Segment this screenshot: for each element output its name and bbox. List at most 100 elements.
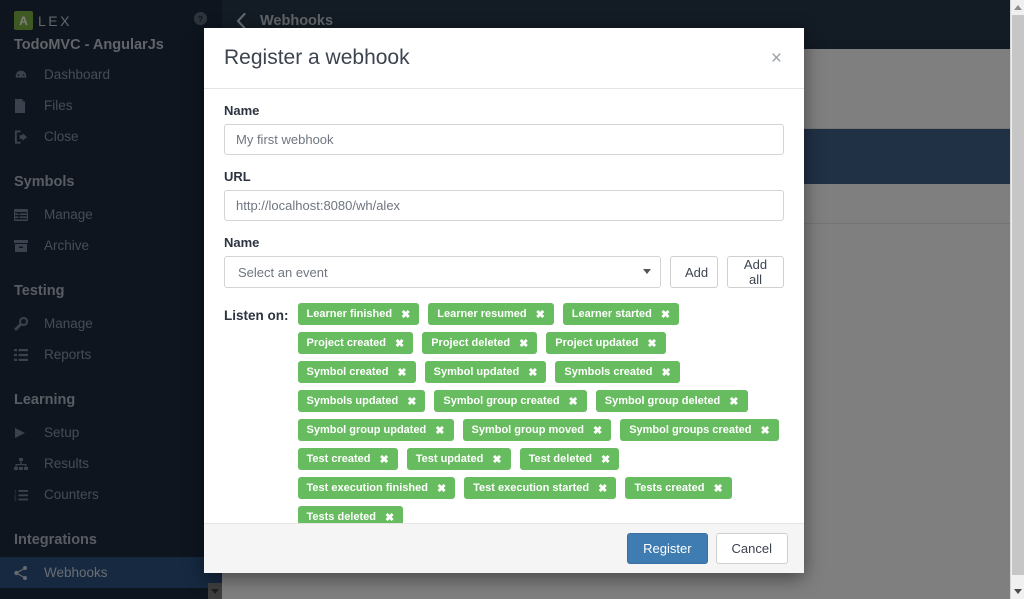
sidebar-section-learning: Learning [14, 392, 76, 408]
event-tag[interactable]: Symbols updated ✖ [297, 390, 426, 413]
remove-tag-icon[interactable]: ✖ [395, 337, 404, 350]
event-tag[interactable]: Test execution finished ✖ [297, 477, 456, 500]
sidebar-item-symbols-manage[interactable]: Manage [0, 199, 222, 230]
event-tag[interactable]: Project updated ✖ [546, 332, 666, 355]
remove-tag-icon[interactable]: ✖ [661, 366, 670, 379]
event-tag-label: Tests created [634, 482, 705, 495]
sidebar-item-label: Close [44, 129, 79, 144]
ordered-list-icon: 123 [14, 489, 44, 501]
event-tag[interactable]: Tests created ✖ [625, 477, 732, 500]
add-all-events-button[interactable]: Add all [727, 256, 784, 289]
remove-tag-icon[interactable]: ✖ [536, 308, 545, 321]
event-tag[interactable]: Symbol group deleted ✖ [595, 390, 748, 413]
sidebar-item-testing-reports[interactable]: Reports [0, 339, 222, 370]
sidebar-item-label: Manage [44, 207, 93, 222]
remove-tag-icon[interactable]: ✖ [729, 395, 738, 408]
scroll-up-button[interactable] [1011, 0, 1024, 15]
sidebar-item-symbols-archive[interactable]: Archive [0, 230, 222, 261]
file-icon [14, 98, 44, 113]
sidebar-item-learning-counters[interactable]: 123 Counters [0, 479, 222, 510]
url-input[interactable] [224, 190, 784, 222]
dialog-body: Name URL Name Select an event Add Add al… [204, 89, 804, 524]
chevron-left-icon [236, 12, 246, 29]
event-tag-label: Symbols created [564, 366, 653, 379]
play-icon [14, 427, 44, 439]
remove-tag-icon[interactable]: ✖ [519, 337, 528, 350]
event-tag[interactable]: Project created ✖ [297, 332, 414, 355]
event-tag[interactable]: Symbol updated ✖ [424, 361, 547, 384]
remove-tag-icon[interactable]: ✖ [528, 366, 537, 379]
remove-tag-icon[interactable]: ✖ [437, 482, 446, 495]
event-select-row: Select an event Add Add all [224, 256, 784, 289]
event-tag[interactable]: Test deleted ✖ [519, 448, 620, 471]
remove-tag-icon[interactable]: ✖ [713, 482, 722, 495]
remove-tag-icon[interactable]: ✖ [593, 424, 602, 437]
register-button[interactable]: Register [627, 533, 708, 565]
event-tag[interactable]: Learner started ✖ [562, 303, 680, 326]
sidebar-item-testing-manage[interactable]: Manage [0, 308, 222, 339]
sidebar-section-testing: Testing [14, 283, 65, 299]
sidebar-brand-bar: A LEX ? [0, 0, 222, 41]
event-tag[interactable]: Symbol group created ✖ [434, 390, 587, 413]
event-tag-label: Test execution finished [306, 482, 428, 495]
remove-tag-icon[interactable]: ✖ [407, 395, 416, 408]
event-tag[interactable]: Learner resumed ✖ [428, 303, 554, 326]
event-tag[interactable]: Test created ✖ [297, 448, 398, 471]
cancel-button[interactable]: Cancel [715, 533, 788, 565]
add-event-button[interactable]: Add [670, 256, 718, 289]
chevron-down-icon [211, 588, 219, 594]
sidebar-item-webhooks[interactable]: Webhooks [0, 557, 222, 588]
sidebar-item-close[interactable]: Close [0, 121, 222, 152]
sidebar-item-learning-setup[interactable]: Setup [0, 417, 222, 448]
event-tag[interactable]: Test updated ✖ [406, 448, 511, 471]
page-vertical-scrollbar[interactable] [1010, 0, 1024, 599]
remove-tag-icon[interactable]: ✖ [380, 453, 389, 466]
event-tag[interactable]: Symbol group updated ✖ [297, 419, 454, 442]
remove-tag-icon[interactable]: ✖ [760, 424, 769, 437]
sidebar-item-label: Results [44, 456, 90, 471]
app-logo-badge: A [14, 11, 33, 30]
scrollbar-thumb[interactable] [1012, 15, 1024, 575]
event-tag[interactable]: Learner finished ✖ [297, 303, 420, 326]
event-tag-label: Test execution started [473, 482, 590, 495]
sidebar-item-dashboard[interactable]: Dashboard [0, 59, 222, 90]
sidebar-scroll-down-button[interactable] [208, 583, 222, 599]
remove-tag-icon[interactable]: ✖ [661, 308, 670, 321]
name-input[interactable] [224, 124, 784, 156]
event-tag[interactable]: Symbol groups created ✖ [620, 419, 779, 442]
remove-tag-icon[interactable]: ✖ [569, 395, 578, 408]
event-tag[interactable]: Symbol group moved ✖ [462, 419, 612, 442]
remove-tag-icon[interactable]: ✖ [397, 366, 406, 379]
event-tag[interactable]: Tests deleted ✖ [297, 506, 404, 524]
event-tag-label: Symbols updated [306, 395, 399, 408]
sidebar-section-integrations: Integrations [14, 532, 97, 548]
event-tag[interactable]: Test execution started ✖ [464, 477, 617, 500]
sidebar-item-learning-results[interactable]: Results [0, 448, 222, 479]
listen-on-label: Listen on: [224, 308, 289, 324]
close-icon[interactable]: × [769, 49, 784, 68]
event-tag[interactable]: Project deleted ✖ [422, 332, 538, 355]
sidebar-item-label: Counters [44, 487, 99, 502]
remove-tag-icon[interactable]: ✖ [598, 482, 607, 495]
sidebar-item-label: Webhooks [44, 565, 108, 580]
event-tag[interactable]: Symbol created ✖ [297, 361, 416, 384]
remove-tag-icon[interactable]: ✖ [647, 337, 656, 350]
event-tag-label: Test created [306, 453, 371, 466]
wrench-icon [14, 316, 44, 331]
dialog-footer: Register Cancel [204, 523, 804, 573]
remove-tag-icon[interactable]: ✖ [401, 308, 410, 321]
event-tag[interactable]: Symbols created ✖ [555, 361, 680, 384]
scroll-down-button[interactable] [1011, 584, 1024, 599]
sidebar-item-label: Dashboard [44, 67, 111, 82]
remove-tag-icon[interactable]: ✖ [492, 453, 501, 466]
event-tag-label: Symbol group updated [306, 424, 427, 437]
sidebar-item-files[interactable]: Files [0, 90, 222, 121]
event-tag-label: Project created [306, 337, 386, 350]
remove-tag-icon[interactable]: ✖ [385, 511, 394, 523]
remove-tag-icon[interactable]: ✖ [601, 453, 610, 466]
event-select[interactable]: Select an event [224, 256, 661, 289]
listen-on-section: Listen on: Learner finished ✖ Learner resu… [224, 303, 784, 524]
remove-tag-icon[interactable]: ✖ [435, 424, 444, 437]
event-tag-label: Learner finished [306, 308, 393, 321]
event-tag-label: Test updated [415, 453, 484, 466]
